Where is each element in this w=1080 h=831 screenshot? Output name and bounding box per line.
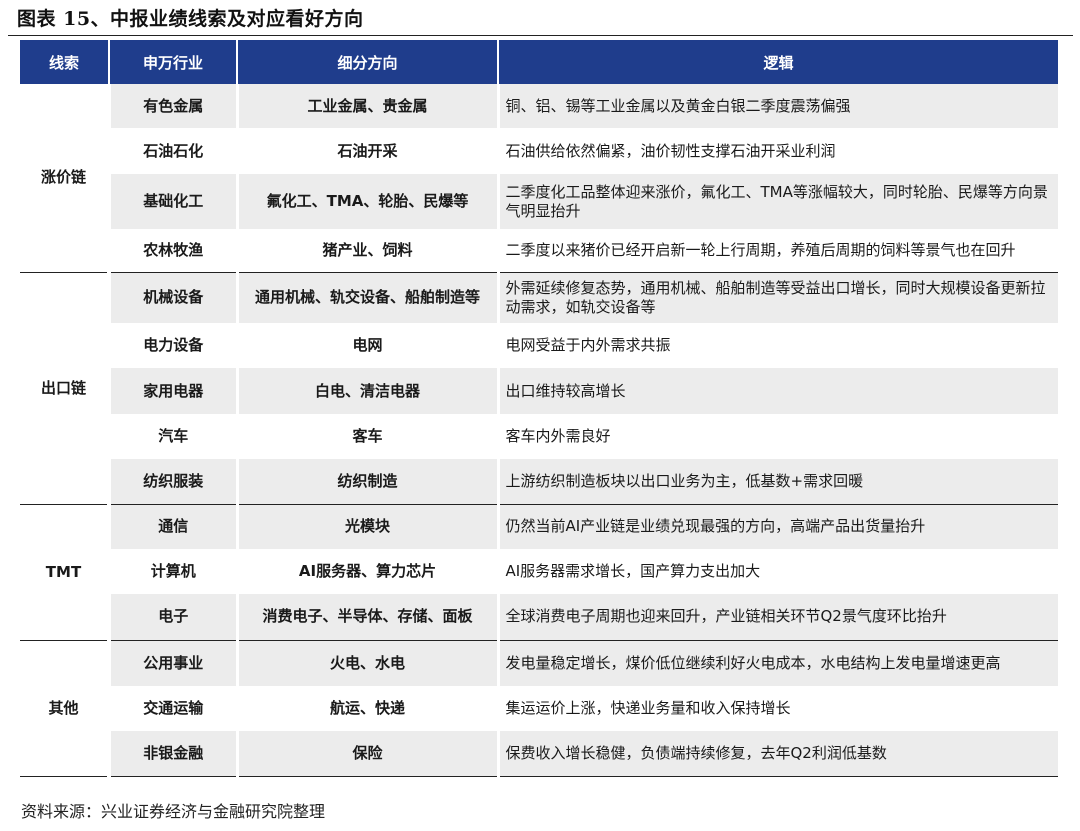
sub-direction-cell: 保险 (235, 731, 498, 777)
table-row: 非银金融 保险 保费收入增长稳健，负债端持续修复，去年Q2利润低基数 (20, 731, 1058, 777)
industry-cell: 纺织服装 (107, 459, 237, 505)
table-row: 出口链 机械设备 通用机械、轨交设备、船舶制造等 外需延续修复态势，通用机械、船舶制造… (20, 272, 1058, 505)
industry-cell: 电子 (107, 594, 237, 641)
table-row: 涨价链 有色金属 工业金属、贵金属 铜、铝、锡等工业金属以及黄金白银二季度震荡偏强 (20, 84, 1058, 273)
sub-direction-cell: 猪产业、饲料 (235, 229, 498, 273)
logic-cell: 客车内外需良好 (496, 414, 1058, 459)
logic-cell: 上游纺织制造板块以出口业务为主，低基数+需求回暖 (496, 459, 1058, 505)
sub-direction-cell: 氟化工、TMA、轮胎、民爆等 (235, 174, 498, 229)
logic-cell: 仍然当前AI产业链是业绩兑现最强的方向，高端产品出货量抬升 (496, 504, 1058, 549)
source-note: 资料来源：兴业证券经济与金融研究院整理 (21, 802, 326, 821)
industry-cell: 家用电器 (107, 368, 237, 414)
logic-cell: AI服务器需求增长，国产算力支出加大 (496, 549, 1058, 594)
logic-cell: 全球消费电子周期也迎来回升，产业链相关环节Q2景气度环比抬升 (496, 594, 1058, 641)
table-row: 农林牧渔 猪产业、饲料 二季度以来猪价已经开启新一轮上行周期，养殖后周期的饲料等景气… (20, 229, 1058, 273)
industry-cell: 非银金融 (107, 731, 237, 777)
logic-cell: 电网受益于内外需求共振 (496, 323, 1058, 368)
chain-label: 出口链 (20, 272, 109, 505)
logic-cell: 石油供给依然偏紧，油价韧性支撑石油开采业利润 (496, 128, 1058, 174)
sub-direction-cell: 客车 (235, 414, 498, 459)
table-row: 计算机 AI服务器、算力芯片 AI服务器需求增长，国产算力支出加大 (20, 549, 1058, 594)
industry-cell: 基础化工 (107, 174, 237, 229)
table-row: 汽车 客车 客车内外需良好 (20, 414, 1058, 459)
chain-label: TMT (20, 504, 109, 641)
table-row: 其他 公用事业 火电、水电 发电量稳定增长，煤价低位继续利好火电成本，水电结构上发电量… (20, 640, 1058, 777)
sub-direction-cell: 电网 (235, 323, 498, 368)
sub-direction-cell: 石油开采 (235, 128, 498, 174)
title-divider (8, 35, 1073, 36)
logic-cell: 二季度化工品整体迎来涨价，氟化工、TMA等涨幅较大，同时轮胎、民爆等方向景气明显… (496, 174, 1058, 229)
table-row: 电子 消费电子、半导体、存储、面板 全球消费电子周期也迎来回升，产业链相关环节Q2景… (20, 594, 1058, 641)
sub-direction-cell: 航运、快递 (235, 686, 498, 731)
logic-cell: 出口维持较高增长 (496, 368, 1058, 414)
industry-cell: 石油石化 (107, 128, 237, 174)
table-row: 电力设备 电网 电网受益于内外需求共振 (20, 323, 1058, 368)
industry-cell: 计算机 (107, 549, 237, 594)
industry-cell: 有色金属 (107, 84, 237, 128)
sub-direction-cell: 通用机械、轨交设备、船舶制造等 (235, 272, 498, 323)
table-row: 交通运输 航运、快递 集运运价上涨，快递业务量和收入保持增长 (20, 686, 1058, 731)
table-row: 基础化工 氟化工、TMA、轮胎、民爆等 二季度化工品整体迎来涨价，氟化工、TMA等涨… (20, 174, 1058, 229)
table-row: 纺织服装 纺织制造 上游纺织制造板块以出口业务为主，低基数+需求回暖 (20, 459, 1058, 505)
sub-direction-cell: 光模块 (235, 504, 498, 549)
sub-direction-cell: AI服务器、算力芯片 (235, 549, 498, 594)
chain-label: 其他 (20, 640, 109, 777)
header-sub-direction: 细分方向 (236, 40, 498, 84)
industry-cell: 汽车 (107, 414, 237, 459)
table-header-row: 线索 申万行业 细分方向 逻辑 (20, 40, 1058, 84)
logic-cell: 二季度以来猪价已经开启新一轮上行周期，养殖后周期的饲料等景气也在回升 (496, 229, 1058, 273)
table-body: 涨价链 有色金属 工业金属、贵金属 铜、铝、锡等工业金属以及黄金白银二季度震荡偏强 石油… (20, 84, 1058, 777)
logic-cell: 集运运价上涨，快递业务量和收入保持增长 (496, 686, 1058, 731)
sub-direction-cell: 火电、水电 (235, 640, 498, 686)
header-chain: 线索 (20, 40, 109, 84)
header-industry: 申万行业 (108, 40, 237, 84)
header-logic: 逻辑 (497, 40, 1058, 84)
table-row: TMT 通信 光模块 仍然当前AI产业链是业绩兑现最强的方向，高端产品出货量抬升 (20, 504, 1058, 641)
sub-direction-cell: 白电、清洁电器 (235, 368, 498, 414)
table-row: 石油石化 石油开采 石油供给依然偏紧，油价韧性支撑石油开采业利润 (20, 128, 1058, 174)
industry-cell: 机械设备 (107, 272, 237, 323)
logic-cell: 发电量稳定增长，煤价低位继续利好火电成本，水电结构上发电量增速更高 (496, 640, 1058, 686)
clues-table: 线索 申万行业 细分方向 逻辑 涨价链 有色金属 工业金属、贵金属 铜、铝、锡等工业金… (20, 40, 1058, 777)
chain-label: 涨价链 (20, 84, 109, 273)
logic-cell: 保费收入增长稳健，负债端持续修复，去年Q2利润低基数 (496, 731, 1058, 777)
sub-direction-cell: 纺织制造 (235, 459, 498, 505)
logic-cell: 外需延续修复态势，通用机械、船舶制造等受益出口增长，同时大规模设备更新拉动需求，… (496, 272, 1058, 323)
sub-direction-cell: 工业金属、贵金属 (235, 84, 498, 128)
figure-title: 图表 15、中报业绩线索及对应看好方向 (17, 8, 364, 30)
logic-cell: 铜、铝、锡等工业金属以及黄金白银二季度震荡偏强 (496, 84, 1058, 128)
industry-cell: 农林牧渔 (107, 229, 237, 273)
sub-direction-cell: 消费电子、半导体、存储、面板 (235, 594, 498, 641)
table-row: 家用电器 白电、清洁电器 出口维持较高增长 (20, 368, 1058, 414)
industry-cell: 公用事业 (107, 640, 237, 686)
industry-cell: 通信 (107, 504, 237, 549)
industry-cell: 电力设备 (107, 323, 237, 368)
industry-cell: 交通运输 (107, 686, 237, 731)
